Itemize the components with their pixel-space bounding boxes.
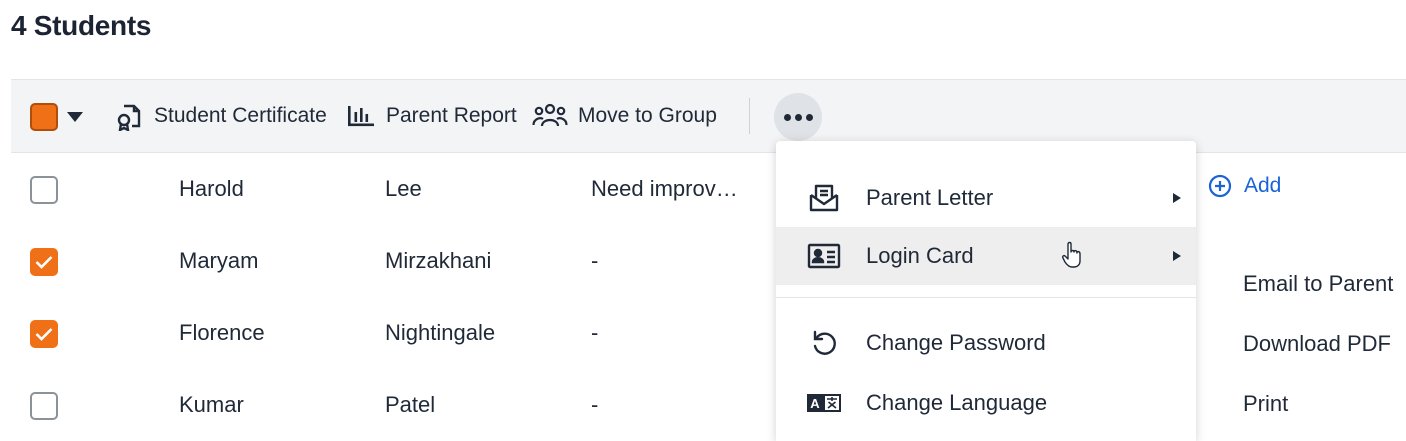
note-cell: - bbox=[591, 320, 599, 345]
parent-report-label: Parent Report bbox=[386, 104, 517, 127]
plus-circle-icon bbox=[1208, 174, 1232, 198]
certificate-icon bbox=[117, 104, 141, 131]
parent-letter-label: Parent Letter bbox=[866, 185, 994, 210]
row-checkbox[interactable] bbox=[30, 392, 58, 420]
student-certificate-label: Student Certificate bbox=[154, 104, 327, 127]
more-actions-button[interactable] bbox=[774, 93, 822, 141]
student-certificate-button[interactable]: Student Certificate bbox=[114, 80, 327, 152]
add-button[interactable]: Add bbox=[1208, 174, 1281, 198]
more-actions-menu: Parent Letter Login Card Change Password bbox=[776, 141, 1196, 441]
page-title: 4 Students bbox=[11, 10, 152, 41]
first-name-cell: Harold bbox=[179, 176, 244, 201]
submenu-arrow-icon bbox=[1173, 193, 1181, 203]
row-checkbox[interactable] bbox=[30, 320, 58, 348]
hand-pointer-cursor-icon bbox=[1062, 241, 1082, 274]
email-to-parent-option[interactable]: Email to Parent bbox=[1243, 271, 1393, 297]
translate-icon: A bbox=[806, 374, 842, 432]
download-pdf-option[interactable]: Download PDF bbox=[1243, 331, 1391, 357]
first-name-cell: Florence bbox=[179, 320, 265, 345]
move-to-group-button[interactable]: Move to Group bbox=[532, 80, 717, 152]
first-name-cell: Kumar bbox=[179, 392, 244, 417]
bulk-action-toolbar: Student Certificate Parent Report Move t… bbox=[11, 79, 1406, 153]
note-cell: - bbox=[591, 392, 599, 417]
row-checkbox[interactable] bbox=[30, 176, 58, 204]
last-name-cell: Lee bbox=[385, 176, 422, 201]
first-name-cell: Maryam bbox=[179, 248, 259, 273]
print-option[interactable]: Print bbox=[1243, 391, 1288, 417]
note-cell: Need improv… bbox=[591, 176, 738, 201]
checkmark-icon bbox=[35, 256, 53, 269]
parent-report-button[interactable]: Parent Report bbox=[346, 80, 517, 152]
last-name-cell: Mirzakhani bbox=[385, 248, 492, 273]
last-name-cell: Patel bbox=[385, 392, 436, 417]
select-dropdown-chevron-icon[interactable] bbox=[67, 112, 83, 122]
bar-chart-icon bbox=[348, 106, 374, 127]
row-checkbox[interactable] bbox=[30, 248, 58, 276]
change-language-label: Change Language bbox=[866, 390, 1048, 415]
menu-item-change-language[interactable]: A Change Language bbox=[776, 374, 1196, 432]
svg-text:A: A bbox=[810, 396, 820, 411]
menu-item-change-password[interactable]: Change Password bbox=[776, 314, 1196, 372]
note-cell: - bbox=[591, 248, 599, 273]
login-card-label: Login Card bbox=[866, 243, 974, 268]
group-icon bbox=[532, 103, 568, 127]
toolbar-divider bbox=[749, 98, 750, 134]
submenu-arrow-icon bbox=[1173, 251, 1181, 261]
envelope-open-icon bbox=[806, 169, 842, 227]
select-all-checkbox[interactable] bbox=[30, 103, 58, 131]
menu-separator bbox=[776, 297, 1196, 298]
checkmark-icon bbox=[35, 328, 53, 341]
undo-icon bbox=[806, 314, 842, 372]
last-name-cell: Nightingale bbox=[385, 320, 496, 345]
change-password-label: Change Password bbox=[866, 330, 1046, 355]
menu-item-parent-letter[interactable]: Parent Letter bbox=[776, 169, 1196, 227]
more-horizontal-icon bbox=[783, 113, 791, 121]
add-label: Add bbox=[1244, 174, 1282, 197]
id-card-icon bbox=[806, 227, 842, 285]
menu-item-login-card[interactable]: Login Card bbox=[776, 227, 1196, 285]
move-to-group-label: Move to Group bbox=[578, 104, 717, 127]
